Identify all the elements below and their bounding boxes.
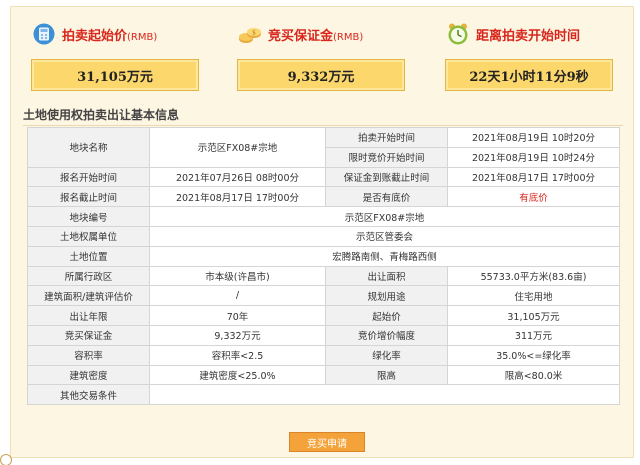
stat-deposit-unit: (RMB): [333, 31, 364, 43]
table-row: 土地位置 宏腾路南侧、青梅路西侧: [27, 245, 620, 267]
timed-bid-value: 2021年08月19日 10时24分: [447, 146, 620, 168]
increment-value: 311万元: [447, 324, 620, 346]
term-value: 70年: [149, 305, 326, 326]
height-value: 限高<80.0米: [447, 364, 620, 386]
timed-bid-label: 限时竞价开始时间: [325, 146, 448, 168]
far-label: 容积率: [27, 344, 150, 366]
auction-panel: 拍卖起始价(RMB) 31,105万元 $ 竞买保证金(RMB) 9,332万元: [10, 6, 634, 458]
other-label: 其他交易条件: [27, 384, 150, 406]
table-row: 建筑面积/建筑评估价 / 规划用途 住宅用地: [27, 285, 620, 307]
corner-decoration: [0, 454, 12, 465]
table-row: 竞买保证金 9,332万元 竞价增价幅度 311万元: [27, 324, 620, 346]
table-row: 建筑密度 建筑密度<25.0% 限高 限高<80.0米: [27, 364, 620, 386]
parcel-no-value: 示范区FX08#宗地: [149, 206, 620, 227]
stat-start-price-unit: (RMB): [127, 31, 158, 43]
reg-end-label: 报名截止时间: [27, 186, 150, 208]
build-area-label: 建筑面积/建筑评估价: [27, 285, 150, 307]
start-price-label: 起始价: [325, 305, 448, 326]
table-row: 土地权属单位 示范区管委会: [27, 225, 620, 247]
deposit-deadline-value: 2021年08月17日 17时00分: [447, 166, 620, 188]
owner-label: 土地权属单位: [27, 225, 150, 247]
coins-icon: $: [237, 21, 263, 47]
table-row: 报名截止时间 2021年08月17日 17时00分 是否有底价 有底价: [27, 186, 620, 208]
stats-row: 拍卖起始价(RMB) 31,105万元 $ 竞买保证金(RMB) 9,332万元: [11, 7, 635, 99]
reg-start-label: 报名开始时间: [27, 166, 150, 188]
auction-start-label: 拍卖开始时间: [325, 127, 448, 148]
stat-start-price-title: 拍卖起始价: [62, 28, 128, 44]
height-label: 限高: [325, 364, 448, 386]
other-value: [149, 384, 620, 406]
deposit-label: 竞买保证金: [27, 324, 150, 346]
deposit-deadline-label: 保证金到账截止时间: [325, 166, 448, 188]
far-value: 容积率<2.5: [149, 344, 326, 366]
stat-deposit-value: 9,332万元: [237, 59, 405, 91]
location-value: 宏腾路南侧、青梅路西侧: [149, 245, 620, 267]
district-value: 市本级(许昌市): [149, 265, 326, 287]
area-value: 55733.0平方米(83.6亩): [447, 265, 620, 287]
auction-start-value: 2021年08月19日 10时20分: [447, 127, 620, 148]
deposit-value: 9,332万元: [149, 324, 326, 346]
stat-countdown-value: 22天1小时11分9秒: [445, 59, 613, 91]
table-row: 容积率 容积率<2.5 绿化率 35.0%<=绿化率: [27, 344, 620, 366]
area-label: 出让面积: [325, 265, 448, 287]
build-area-value: /: [149, 285, 326, 307]
parcel-name-value: 示范区FX08#宗地: [149, 127, 326, 168]
start-price-value: 31,105万元: [447, 305, 620, 326]
table-row: 地块名称 示范区FX08#宗地 拍卖开始时间 2021年08月19日 10时20…: [27, 127, 620, 168]
term-label: 出让年限: [27, 305, 150, 326]
table-row: 所属行政区 市本级(许昌市) 出让面积 55733.0平方米(83.6亩): [27, 265, 620, 287]
table-row: 出让年限 70年 起始价 31,105万元: [27, 305, 620, 326]
owner-value: 示范区管委会: [149, 225, 620, 247]
reg-start-value: 2021年07月26日 08时00分: [149, 166, 326, 188]
parcel-name-label: 地块名称: [27, 127, 150, 168]
stat-countdown-title: 距离拍卖开始时间: [476, 28, 581, 44]
section-divider: [23, 125, 623, 126]
apply-bid-button[interactable]: 竞买申请: [289, 432, 365, 452]
parcel-no-label: 地块编号: [27, 206, 150, 227]
reg-end-value: 2021年08月17日 17时00分: [149, 186, 326, 208]
increment-label: 竞价增价幅度: [325, 324, 448, 346]
reserve-label: 是否有底价: [325, 186, 448, 208]
location-label: 土地位置: [27, 245, 150, 267]
calculator-icon: [31, 21, 57, 47]
reserve-value: 有底价: [447, 186, 620, 208]
density-value: 建筑密度<25.0%: [149, 364, 326, 386]
density-label: 建筑密度: [27, 364, 150, 386]
alarm-clock-icon: [445, 21, 471, 47]
table-row: 报名开始时间 2021年07月26日 08时00分 保证金到账截止时间 2021…: [27, 166, 620, 188]
stat-start-price-value: 31,105万元: [31, 59, 199, 91]
stat-deposit-title: 竞买保证金: [268, 28, 334, 44]
table-row: 地块编号 示范区FX08#宗地: [27, 206, 620, 227]
land-info-table: 地块名称 示范区FX08#宗地 拍卖开始时间 2021年08月19日 10时20…: [27, 127, 620, 406]
district-label: 所属行政区: [27, 265, 150, 287]
use-label: 规划用途: [325, 285, 448, 307]
use-value: 住宅用地: [447, 285, 620, 307]
svg-text:$: $: [252, 30, 256, 37]
section-title: 土地使用权拍卖出让基本信息: [23, 108, 180, 122]
table-row: 其他交易条件: [27, 384, 620, 406]
green-label: 绿化率: [325, 344, 448, 366]
green-value: 35.0%<=绿化率: [447, 344, 620, 366]
